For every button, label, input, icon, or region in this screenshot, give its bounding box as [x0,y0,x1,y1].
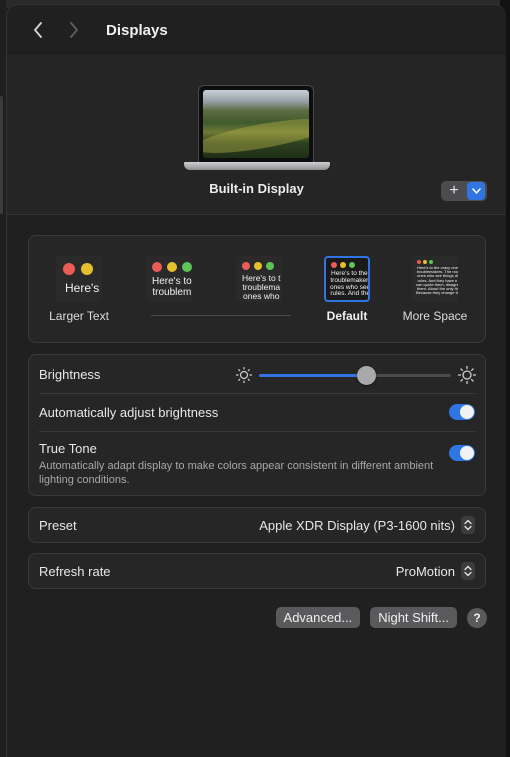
display-name: Built-in Display [209,181,304,196]
resolution-option-larger-text[interactable]: Here's Larger Text [39,256,119,323]
preset-label: Preset [39,517,77,533]
resolution-track [151,315,291,316]
chevron-left-icon [34,22,42,38]
wallpaper-preview [203,90,309,158]
resolution-label: Default [326,309,368,323]
refresh-rate-value: ProMotion [395,563,455,579]
page-title: Displays [106,21,168,39]
resolution-picker: Here's Larger Text Here's to troublem He… [28,235,486,343]
toolbar: Displays [7,5,506,55]
plus-icon[interactable]: + [441,181,467,201]
up-down-chevron-icon [461,516,475,534]
thumbnail-text: Here's to the c troublemakers. ones who … [330,270,370,298]
refresh-rate-group: Refresh rate ProMotion [28,553,486,589]
true-tone-row: True Tone Automatically adapt display to… [29,433,485,495]
sun-large-icon [457,366,477,384]
true-tone-description: Automatically adapt display to make colo… [39,460,434,486]
refresh-rate-label: Refresh rate [39,563,111,579]
chevron-down-icon [471,188,481,194]
up-down-chevron-icon [461,562,475,580]
thumbnail-text: Here's to t troublema ones who [242,273,281,301]
slider-track[interactable] [259,366,451,385]
brightness-label: Brightness [39,366,101,382]
preset-value: Apple XDR Display (P3-1600 nits) [259,517,455,533]
slider-fill [259,374,367,377]
displays-window: Displays Built-in Display + Here's Large… [6,4,506,757]
refresh-rate-select[interactable]: ProMotion [396,562,475,580]
auto-brightness-toggle[interactable] [449,404,475,420]
resolution-option-more-space[interactable]: Here's to the crazy one troublemakers. T… [395,256,475,323]
display-arrangement: Built-in Display + [7,55,506,215]
preset-group: Preset Apple XDR Display (P3-1600 nits) [28,507,486,543]
resolution-label: More Space [402,309,468,323]
preset-select[interactable]: Apple XDR Display (P3-1600 nits) [259,516,475,534]
preset-row: Preset Apple XDR Display (P3-1600 nits) [29,508,485,542]
resolution-thumbnail-selected: Here's to the c troublemakers. ones who … [324,256,370,302]
laptop-base [184,162,330,170]
night-shift-button[interactable]: Night Shift... [370,607,457,628]
chevron-right-icon [70,22,78,38]
brightness-group: Brightness Automatically adjust brightne… [28,354,486,496]
add-display-control[interactable]: + [441,181,487,201]
brightness-row: Brightness [29,355,485,393]
auto-brightness-label: Automatically adjust brightness [39,404,219,420]
resolution-thumbnail: Here's to troublem [146,256,192,302]
resolution-thumbnail: Here's to t troublema ones who [236,256,282,302]
sidebar-scroll-indicator [0,96,3,214]
true-tone-toggle[interactable] [449,445,475,461]
thumbnail-text: Here's to troublem [152,276,192,298]
advanced-button[interactable]: Advanced... [275,607,361,628]
help-button[interactable]: ? [467,607,487,628]
forward-button[interactable] [60,16,88,44]
laptop-display-icon[interactable] [184,85,330,173]
refresh-rate-row: Refresh rate ProMotion [29,554,485,588]
slider-knob[interactable] [357,366,377,385]
true-tone-label: True Tone [39,441,97,456]
auto-brightness-row: Automatically adjust brightness [29,393,485,431]
thumbnail-text: Here's to the crazy one troublemakers. T… [416,265,458,296]
footer-buttons: Advanced... Night Shift... ? [275,607,487,628]
laptop-lid [198,85,314,163]
resolution-label: Larger Text [49,309,109,323]
sun-small-icon [235,366,253,384]
resolution-thumbnail: Here's to the crazy one troublemakers. T… [412,256,458,302]
resolution-thumbnail: Here's [56,256,102,302]
thumbnail-text: Here's [65,281,100,295]
add-display-dropdown[interactable] [467,182,485,200]
resolution-option-2[interactable]: Here's to troublem [129,256,209,309]
resolution-option-3[interactable]: Here's to t troublema ones who [219,256,299,309]
resolution-option-default[interactable]: Here's to the c troublemakers. ones who … [307,256,387,323]
brightness-slider[interactable] [235,365,477,385]
back-button[interactable] [24,16,52,44]
